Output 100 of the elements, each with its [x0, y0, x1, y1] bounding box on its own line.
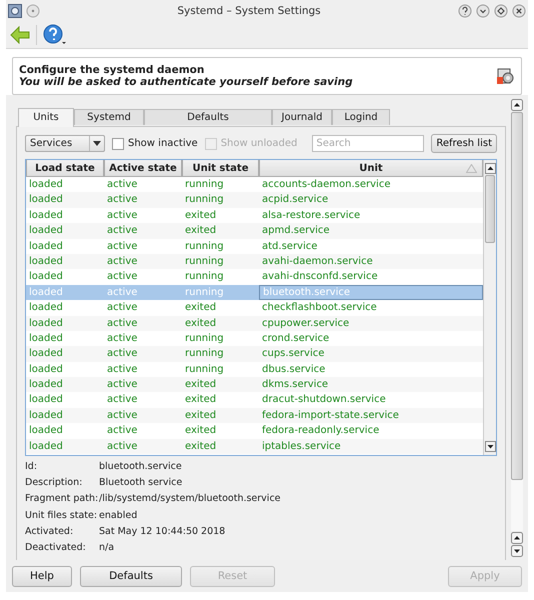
table-cell-text: active: [106, 254, 138, 269]
column-title: Active state: [109, 162, 177, 174]
table-row[interactable]: loaded active exited apmd.service: [26, 223, 483, 239]
scrollbar[interactable]: [510, 99, 524, 560]
table-cell-text: fedora-readonly.service: [261, 424, 380, 438]
help-icon[interactable]: [458, 4, 472, 18]
minimize-icon[interactable]: [476, 4, 490, 18]
table-cell-text: running: [184, 178, 225, 192]
scroll-up-icon[interactable]: [511, 532, 523, 544]
table-row[interactable]: loaded active running crond.service: [26, 330, 483, 346]
table-row[interactable]: loaded active exited fedora-import-state.service: [26, 408, 483, 424]
table-cell-text: loaded: [28, 424, 64, 438]
table-cell-text: dkms.service: [261, 378, 330, 392]
column-title: Unit: [359, 162, 383, 174]
table-cell-text: active: [106, 286, 138, 300]
table-cell-text: exited: [184, 301, 218, 316]
table-row[interactable]: loaded active running avahi-dnsconfd.service: [26, 269, 483, 285]
column-header[interactable]: Load state: [26, 160, 104, 177]
table-cell-text: active: [106, 193, 138, 208]
table-cell-text: iptables.service: [261, 440, 342, 454]
scroll-up-icon[interactable]: [484, 163, 496, 174]
table-cell-text: active: [106, 316, 138, 331]
table-cell-text: loaded: [28, 393, 64, 408]
table-row[interactable]: loaded active exited dkms.service: [26, 377, 483, 392]
scrollbar-thumb[interactable]: [511, 112, 523, 480]
table-cell-text: loaded: [28, 440, 64, 454]
scrollbar[interactable]: [483, 160, 496, 455]
scroll-up-icon[interactable]: [511, 99, 523, 111]
column-header[interactable]: Unit state: [182, 160, 259, 177]
tab[interactable]: Systemd: [74, 109, 144, 125]
table-row[interactable]: loaded active exited iptables.service: [26, 438, 483, 454]
table-cell-text: exited: [184, 424, 218, 438]
scroll-down-icon[interactable]: [484, 441, 496, 452]
dialog-button[interactable]: Defaults: [80, 566, 182, 586]
detail-value: /lib/systemd/system/bluetooth.service: [99, 493, 281, 504]
scrollbar-thumb[interactable]: [485, 175, 495, 243]
table-row[interactable]: loaded active running acpid.service: [26, 192, 483, 208]
table-cell-text: loaded: [28, 378, 64, 392]
table-row[interactable]: loaded active running dbus.service: [26, 362, 483, 378]
help-icon[interactable]: [43, 24, 67, 46]
search-field[interactable]: Search: [312, 135, 424, 152]
close-icon[interactable]: [512, 4, 526, 18]
table-cell-text: loaded: [28, 316, 64, 331]
detail-value: Bluetooth service: [99, 476, 182, 488]
table-cell-text: active: [106, 224, 138, 238]
column-title: Load state: [35, 162, 95, 174]
table-row[interactable]: loaded active running accounts-daemon.service: [26, 177, 483, 192]
table-row[interactable]: loaded active exited alsa-restore.service: [26, 208, 483, 224]
table-row[interactable]: loaded active exited cpupower.service: [26, 316, 483, 331]
table-cell-text: active: [106, 440, 138, 454]
table-cell-text: running: [184, 254, 225, 269]
table-cell-text: running: [184, 362, 225, 377]
column-header[interactable]: Unit: [259, 160, 483, 177]
detail-label: Description:: [25, 476, 84, 488]
table-row[interactable]: loaded active running cups.service: [26, 346, 483, 362]
tab[interactable]: Logind: [332, 109, 390, 125]
table-cell-text: loaded: [28, 408, 64, 423]
table-cell-text: loaded: [28, 208, 64, 223]
table-cell-text: running: [184, 286, 225, 300]
tab[interactable]: Defaults: [144, 109, 272, 125]
table-cell-text: active: [106, 378, 138, 392]
table-row[interactable]: loaded active running avahi-daemon.service: [26, 254, 483, 270]
table-cell-text: exited: [184, 208, 218, 223]
checkbox[interactable]: [112, 138, 124, 150]
header-subtitle: You will be asked to authenticate yourself before saving: [19, 76, 354, 88]
table-cell-text: exited: [184, 393, 218, 408]
table-cell-text: loaded: [28, 240, 64, 254]
table-cell-text: loaded: [28, 347, 64, 362]
table-cell-text: cpupower.service: [261, 316, 350, 331]
table-cell-text: exited: [184, 440, 218, 454]
tab[interactable]: Journald: [272, 109, 332, 125]
table-cell-text: dracut-shutdown.service: [261, 393, 387, 408]
back-arrow-icon[interactable]: [10, 26, 30, 44]
table-row[interactable]: loaded active running atd.service: [26, 238, 483, 254]
table-cell-text: loaded: [28, 286, 64, 300]
scroll-down-icon[interactable]: [511, 545, 523, 557]
table-cell-text: loaded: [28, 270, 64, 284]
table-cell-text: accounts-daemon.service: [261, 178, 392, 192]
table-cell-text: loaded: [28, 224, 64, 238]
tab[interactable]: Units: [18, 108, 74, 127]
table-cell-text: loaded: [28, 362, 64, 377]
table-cell: bluetooth.service: [259, 284, 483, 300]
table-cell-text: active: [106, 240, 138, 254]
table-cell-text: running: [184, 193, 225, 208]
table-cell-text: checkflashboot.service: [261, 301, 378, 316]
unit-type-dropdown[interactable]: Services: [25, 135, 105, 152]
table-cell-text: avahi-dnsconfd.service: [261, 270, 379, 284]
table-cell-text: loaded: [28, 301, 64, 316]
column-header[interactable]: Active state: [104, 160, 182, 177]
table-row[interactable]: loaded active exited dracut-shutdown.service: [26, 392, 483, 408]
table-row[interactable]: loaded active exited checkflashboot.service: [26, 300, 483, 316]
table-cell-text: alsa-restore.service: [261, 208, 362, 223]
maximize-icon[interactable]: [494, 4, 508, 18]
refresh-button[interactable]: Refresh list: [431, 134, 497, 153]
table-cell-text: active: [106, 301, 138, 316]
table-cell-text: fedora-import-state.service: [261, 408, 400, 423]
detail-value: Sat May 12 10:44:50 2018: [99, 526, 226, 537]
lock-gear-icon: [495, 66, 515, 86]
dialog-button[interactable]: Help: [12, 566, 72, 586]
table-row[interactable]: loaded active exited fedora-readonly.service: [26, 423, 483, 439]
